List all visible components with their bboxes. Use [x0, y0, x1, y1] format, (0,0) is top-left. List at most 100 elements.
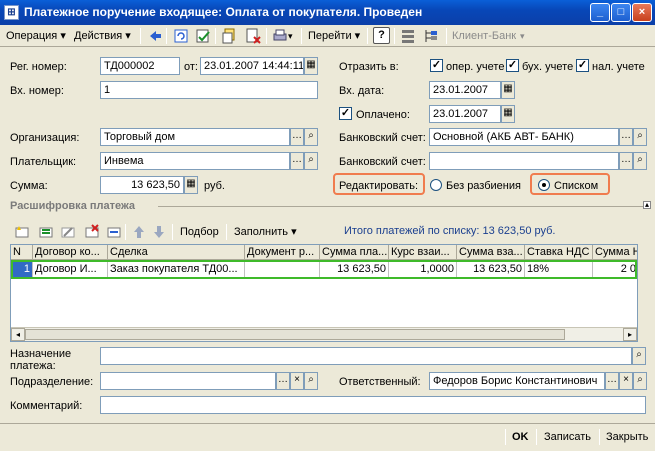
refresh-icon[interactable] — [173, 28, 189, 44]
buh-accounting-checkbox[interactable]: ✓ — [506, 59, 519, 72]
reflect-label: Отразить в: — [339, 61, 399, 73]
no-split-radio[interactable] — [430, 179, 442, 191]
search-icon[interactable]: ⌕ — [633, 128, 647, 146]
move-up-icon[interactable] — [131, 224, 147, 240]
bank-account-field[interactable]: Основной (АКБ АВТ- БАНК) — [429, 128, 619, 146]
column-header[interactable]: Ставка НДС — [525, 245, 593, 260]
calendar-icon[interactable]: ▦ — [304, 57, 318, 75]
purpose-field[interactable] — [100, 347, 632, 365]
maximize-button[interactable]: □ — [611, 3, 631, 22]
fill-menu[interactable]: Заполнить ▾ — [234, 225, 297, 239]
select-button[interactable]: … — [276, 372, 290, 390]
print-icon[interactable] — [272, 28, 288, 44]
edit-row-icon[interactable] — [60, 224, 76, 240]
search-icon[interactable]: ⌕ — [304, 372, 318, 390]
payer-field[interactable]: Инвема — [100, 152, 290, 170]
organization-field[interactable]: Торговый дом — [100, 128, 290, 146]
toolbar-separator — [125, 224, 126, 240]
scroll-right-icon[interactable]: ▸ — [623, 328, 637, 341]
column-header[interactable]: Сделка — [108, 245, 245, 260]
search-icon[interactable]: ⌕ — [633, 152, 647, 170]
pick-button[interactable]: Подбор — [180, 225, 219, 239]
document-copy-icon[interactable] — [221, 28, 237, 44]
delete-row-icon[interactable] — [84, 224, 100, 240]
add-row-icon[interactable] — [14, 224, 30, 240]
copy-row-icon[interactable] — [38, 224, 54, 240]
close-button[interactable]: Закрыть — [606, 427, 648, 447]
toolbar-separator — [394, 28, 395, 44]
scroll-thumb[interactable] — [25, 329, 565, 340]
responsible-field[interactable]: Федоров Борис Константинович — [429, 372, 605, 390]
tax-accounting-checkbox[interactable]: ✓ — [576, 59, 589, 72]
bank-account-label: Банковский счет: — [339, 132, 426, 144]
organization-label: Организация: — [10, 132, 80, 144]
save-button[interactable]: Записать — [544, 427, 591, 447]
operation-menu[interactable]: Операция ▾ — [6, 27, 66, 45]
paid-date-field[interactable]: 23.01.2007 — [429, 105, 501, 123]
responsible-label: Ответственный: — [339, 376, 421, 388]
minimize-button[interactable]: _ — [590, 3, 610, 22]
print-dropdown[interactable]: ▾ — [288, 27, 293, 45]
payer-bank-label: Банковский счет: — [339, 156, 426, 168]
calendar-icon[interactable]: ▦ — [501, 81, 515, 99]
column-header[interactable]: Сумма вза... — [457, 245, 525, 260]
search-icon[interactable]: ⌕ — [304, 128, 318, 146]
reg-date-field[interactable]: 23.01.2007 14:44:11 — [200, 57, 304, 75]
reg-number-field[interactable]: ТД000002 — [100, 57, 180, 75]
ok-button[interactable]: OK — [512, 427, 529, 447]
sum-field[interactable]: 13 623,50 — [100, 176, 184, 194]
clear-icon[interactable]: × — [619, 372, 633, 390]
select-button[interactable]: … — [619, 128, 633, 146]
column-header[interactable]: N — [11, 245, 33, 260]
clear-icon[interactable]: × — [290, 372, 304, 390]
department-label: Подразделение: — [10, 376, 94, 388]
move-left-icon[interactable] — [147, 28, 163, 44]
document-window: ⊞ Платежное поручение входящее: Оплата о… — [0, 0, 655, 451]
toolbar-separator — [266, 28, 267, 44]
actions-menu-label: Действия — [74, 30, 123, 42]
delete-document-icon[interactable] — [245, 28, 261, 44]
section-divider — [158, 206, 644, 207]
post-document-icon[interactable] — [195, 28, 211, 44]
column-header[interactable]: Договор ко... — [33, 245, 108, 260]
column-header[interactable]: Курс взаи... — [389, 245, 457, 260]
select-button[interactable]: … — [290, 128, 304, 146]
in-number-field[interactable]: 1 — [100, 81, 318, 99]
column-header[interactable]: Документ р... — [245, 245, 320, 260]
comment-field[interactable] — [100, 396, 646, 414]
document-tree-icon[interactable] — [423, 28, 439, 44]
actions-menu[interactable]: Действия ▾ — [74, 27, 131, 45]
payments-table[interactable]: N Договор ко... Сделка Документ р... Сум… — [10, 244, 638, 342]
column-header[interactable]: Сумма НДС — [593, 245, 637, 260]
end-edit-icon[interactable] — [106, 224, 122, 240]
scroll-left-icon[interactable]: ◂ — [11, 328, 25, 341]
close-window-button[interactable]: × — [632, 3, 652, 22]
horizontal-scrollbar[interactable]: ◂ ▸ — [11, 327, 637, 341]
client-bank-button[interactable]: Клиент-Банк — [452, 27, 516, 45]
search-icon[interactable]: ⌕ — [632, 347, 646, 365]
payer-bank-field[interactable] — [429, 152, 619, 170]
button-bar: OK Записать Закрыть — [0, 423, 655, 451]
search-icon[interactable]: ⌕ — [304, 152, 318, 170]
department-field[interactable] — [100, 372, 276, 390]
column-header[interactable]: Сумма пла... — [320, 245, 389, 260]
paid-checkbox[interactable]: ✓ — [339, 107, 352, 120]
calculator-icon[interactable]: ▦ — [184, 176, 198, 194]
oper-accounting-checkbox[interactable]: ✓ — [430, 59, 443, 72]
title-bar[interactable]: ⊞ Платежное поручение входящее: Оплата о… — [0, 0, 655, 25]
select-button[interactable]: … — [605, 372, 619, 390]
search-icon[interactable]: ⌕ — [633, 372, 647, 390]
in-date-field[interactable]: 23.01.2007 — [429, 81, 501, 99]
move-down-icon[interactable] — [151, 224, 167, 240]
calendar-icon[interactable]: ▦ — [501, 105, 515, 123]
collapse-icon[interactable]: ▴ — [643, 201, 651, 209]
structure-icon[interactable] — [400, 28, 416, 44]
goto-menu[interactable]: Перейти ▾ — [308, 27, 360, 45]
help-button[interactable]: ? — [373, 27, 390, 44]
by-list-radio[interactable] — [538, 179, 550, 191]
currency-label: руб. — [204, 180, 225, 192]
select-button[interactable]: … — [290, 152, 304, 170]
select-button[interactable]: … — [619, 152, 633, 170]
toolbar-separator — [599, 429, 600, 445]
client-bank-dropdown[interactable]: ▾ — [520, 27, 525, 45]
